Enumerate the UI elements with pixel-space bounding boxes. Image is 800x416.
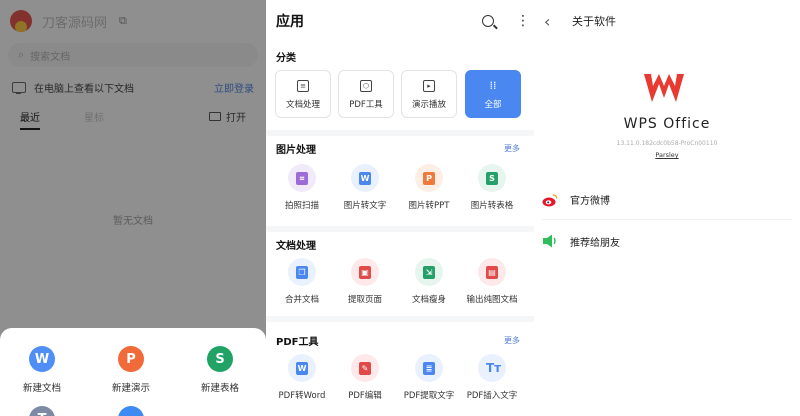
tool-compress[interactable]: ⇲ 文档瘦身: [397, 258, 461, 305]
tool-merge[interactable]: ❐ 合并文档: [270, 258, 334, 305]
merge-icon: ❐: [288, 258, 316, 286]
new-presentation-label: 新建演示: [111, 383, 150, 394]
apps-header: 应用 ⋮: [266, 0, 534, 42]
spreadsheet-icon: S: [207, 346, 233, 372]
more-link[interactable]: 更多: [504, 143, 520, 154]
weibo-icon: [542, 192, 558, 208]
tool-label: 合并文档: [284, 295, 319, 305]
image-to-text-icon: W: [351, 164, 379, 192]
extract-page-icon: ▣: [351, 258, 379, 286]
wps-logo: [642, 70, 686, 106]
tool-label: PDF转Word: [278, 391, 326, 401]
tool-label: 提取页面: [347, 295, 382, 305]
pdf-to-word-icon: W: [288, 354, 316, 382]
new-spreadsheet-button[interactable]: S 新建表格: [180, 346, 260, 394]
section-title: PDF工具: [276, 337, 319, 348]
pdf-icon: ⬡: [360, 80, 372, 92]
category-pdf[interactable]: ⬡ PDF工具: [338, 70, 394, 118]
weibo-row[interactable]: 官方微博: [542, 180, 792, 220]
share-row[interactable]: 推荐给朋友: [542, 221, 792, 261]
category-label: 演示播放: [411, 100, 446, 110]
pdf-extract-text-icon: ≣: [415, 354, 443, 382]
pdf-edit-icon: ✎: [351, 354, 379, 382]
new-file-sheet: W 新建文档 P 新建演示 S 新建表格 T: [0, 328, 266, 416]
page-title: 应用: [276, 14, 304, 30]
tool-image-to-sheet[interactable]: S 图片转表格: [460, 164, 524, 211]
category-label: 全部: [484, 100, 502, 110]
tool-label: 图片转文字: [343, 201, 387, 211]
play-icon: ▸: [423, 80, 435, 92]
image-to-ppt-icon: P: [415, 164, 443, 192]
tool-label: PDF提取文字: [403, 391, 455, 401]
tool-label: PDF插入文字: [466, 391, 518, 401]
scan-icon: ⌗: [288, 164, 316, 192]
section-title: 图片处理: [276, 145, 316, 156]
writer-icon: W: [29, 346, 55, 372]
new-doc-button[interactable]: W 新建文档: [2, 346, 82, 394]
more-icon[interactable]: ⋮: [516, 13, 530, 29]
category-label: PDF工具: [349, 100, 383, 110]
tool-label: 图片转PPT: [408, 201, 450, 211]
about-panel: ‹ 关于软件 WPS Office 13.11.0.182cdc0b58-Pro…: [534, 0, 800, 416]
category-label: 文档处理: [285, 100, 320, 110]
document-icon: ≡: [297, 80, 309, 92]
home-panel: 刀客源码网 ⧉ ⌕ 搜索文档 在电脑上查看以下文档 立即登录 最近 星标 打开 …: [0, 0, 266, 416]
tool-label: 拍照扫描: [284, 201, 319, 211]
back-icon[interactable]: ‹: [544, 12, 560, 31]
weibo-label: 官方微博: [570, 196, 610, 207]
section-title: 文档处理: [276, 241, 316, 252]
page-title: 关于软件: [572, 15, 616, 28]
new-text-button[interactable]: T: [2, 406, 82, 416]
category-title: 分类: [276, 53, 296, 64]
category-document[interactable]: ≡ 文档处理: [275, 70, 331, 118]
tool-pdf-to-word[interactable]: W PDF转Word: [270, 354, 334, 401]
tool-pdf-edit[interactable]: ✎ PDF编辑: [333, 354, 397, 401]
new-folder-button[interactable]: [91, 406, 171, 416]
product-name: WPS Office: [623, 116, 711, 132]
parsley-link[interactable]: Parsley: [534, 151, 800, 159]
share-label: 推荐给朋友: [570, 237, 620, 249]
tool-image-to-ppt[interactable]: P 图片转PPT: [397, 164, 461, 211]
tool-label: PDF编辑: [348, 391, 382, 401]
about-header: ‹ 关于软件: [534, 0, 800, 42]
presentation-icon: P: [118, 346, 144, 372]
new-spreadsheet-label: 新建表格: [200, 383, 239, 394]
search-icon[interactable]: [482, 15, 494, 27]
share-speaker-icon: [542, 233, 558, 249]
tool-export-image[interactable]: ▤ 输出纯图文档: [460, 258, 524, 305]
tool-label: 文档瘦身: [411, 295, 446, 305]
more-link[interactable]: 更多: [504, 335, 520, 346]
export-image-icon: ▤: [478, 258, 506, 286]
grid-icon: ⁞⁞: [489, 79, 497, 92]
pdf-insert-text-icon: Tт: [478, 354, 506, 382]
text-icon: T: [29, 406, 55, 416]
new-presentation-button[interactable]: P 新建演示: [91, 346, 171, 394]
tool-pdf-insert-text[interactable]: Tт PDF插入文字: [460, 354, 524, 401]
folder-icon: [118, 406, 144, 416]
tool-image-to-text[interactable]: W 图片转文字: [333, 164, 397, 211]
tool-extract-page[interactable]: ▣ 提取页面: [333, 258, 397, 305]
apps-panel: 应用 ⋮ 分类 ≡ 文档处理 ⬡ PDF工具 ▸ 演示播放 ⁞⁞ 全部 图片处理…: [266, 0, 534, 416]
version-text: 13.11.0.182cdc0b58-ProCn00110: [616, 140, 718, 147]
tool-pdf-extract-text[interactable]: ≣ PDF提取文字: [397, 354, 461, 401]
new-doc-label: 新建文档: [22, 383, 61, 394]
tool-label: 输出纯图文档: [466, 295, 518, 305]
category-all[interactable]: ⁞⁞ 全部: [465, 70, 521, 118]
image-to-sheet-icon: S: [478, 164, 506, 192]
compress-icon: ⇲: [415, 258, 443, 286]
tool-scan[interactable]: ⌗ 拍照扫描: [270, 164, 334, 211]
tool-label: 图片转表格: [470, 201, 514, 211]
category-play[interactable]: ▸ 演示播放: [401, 70, 457, 118]
